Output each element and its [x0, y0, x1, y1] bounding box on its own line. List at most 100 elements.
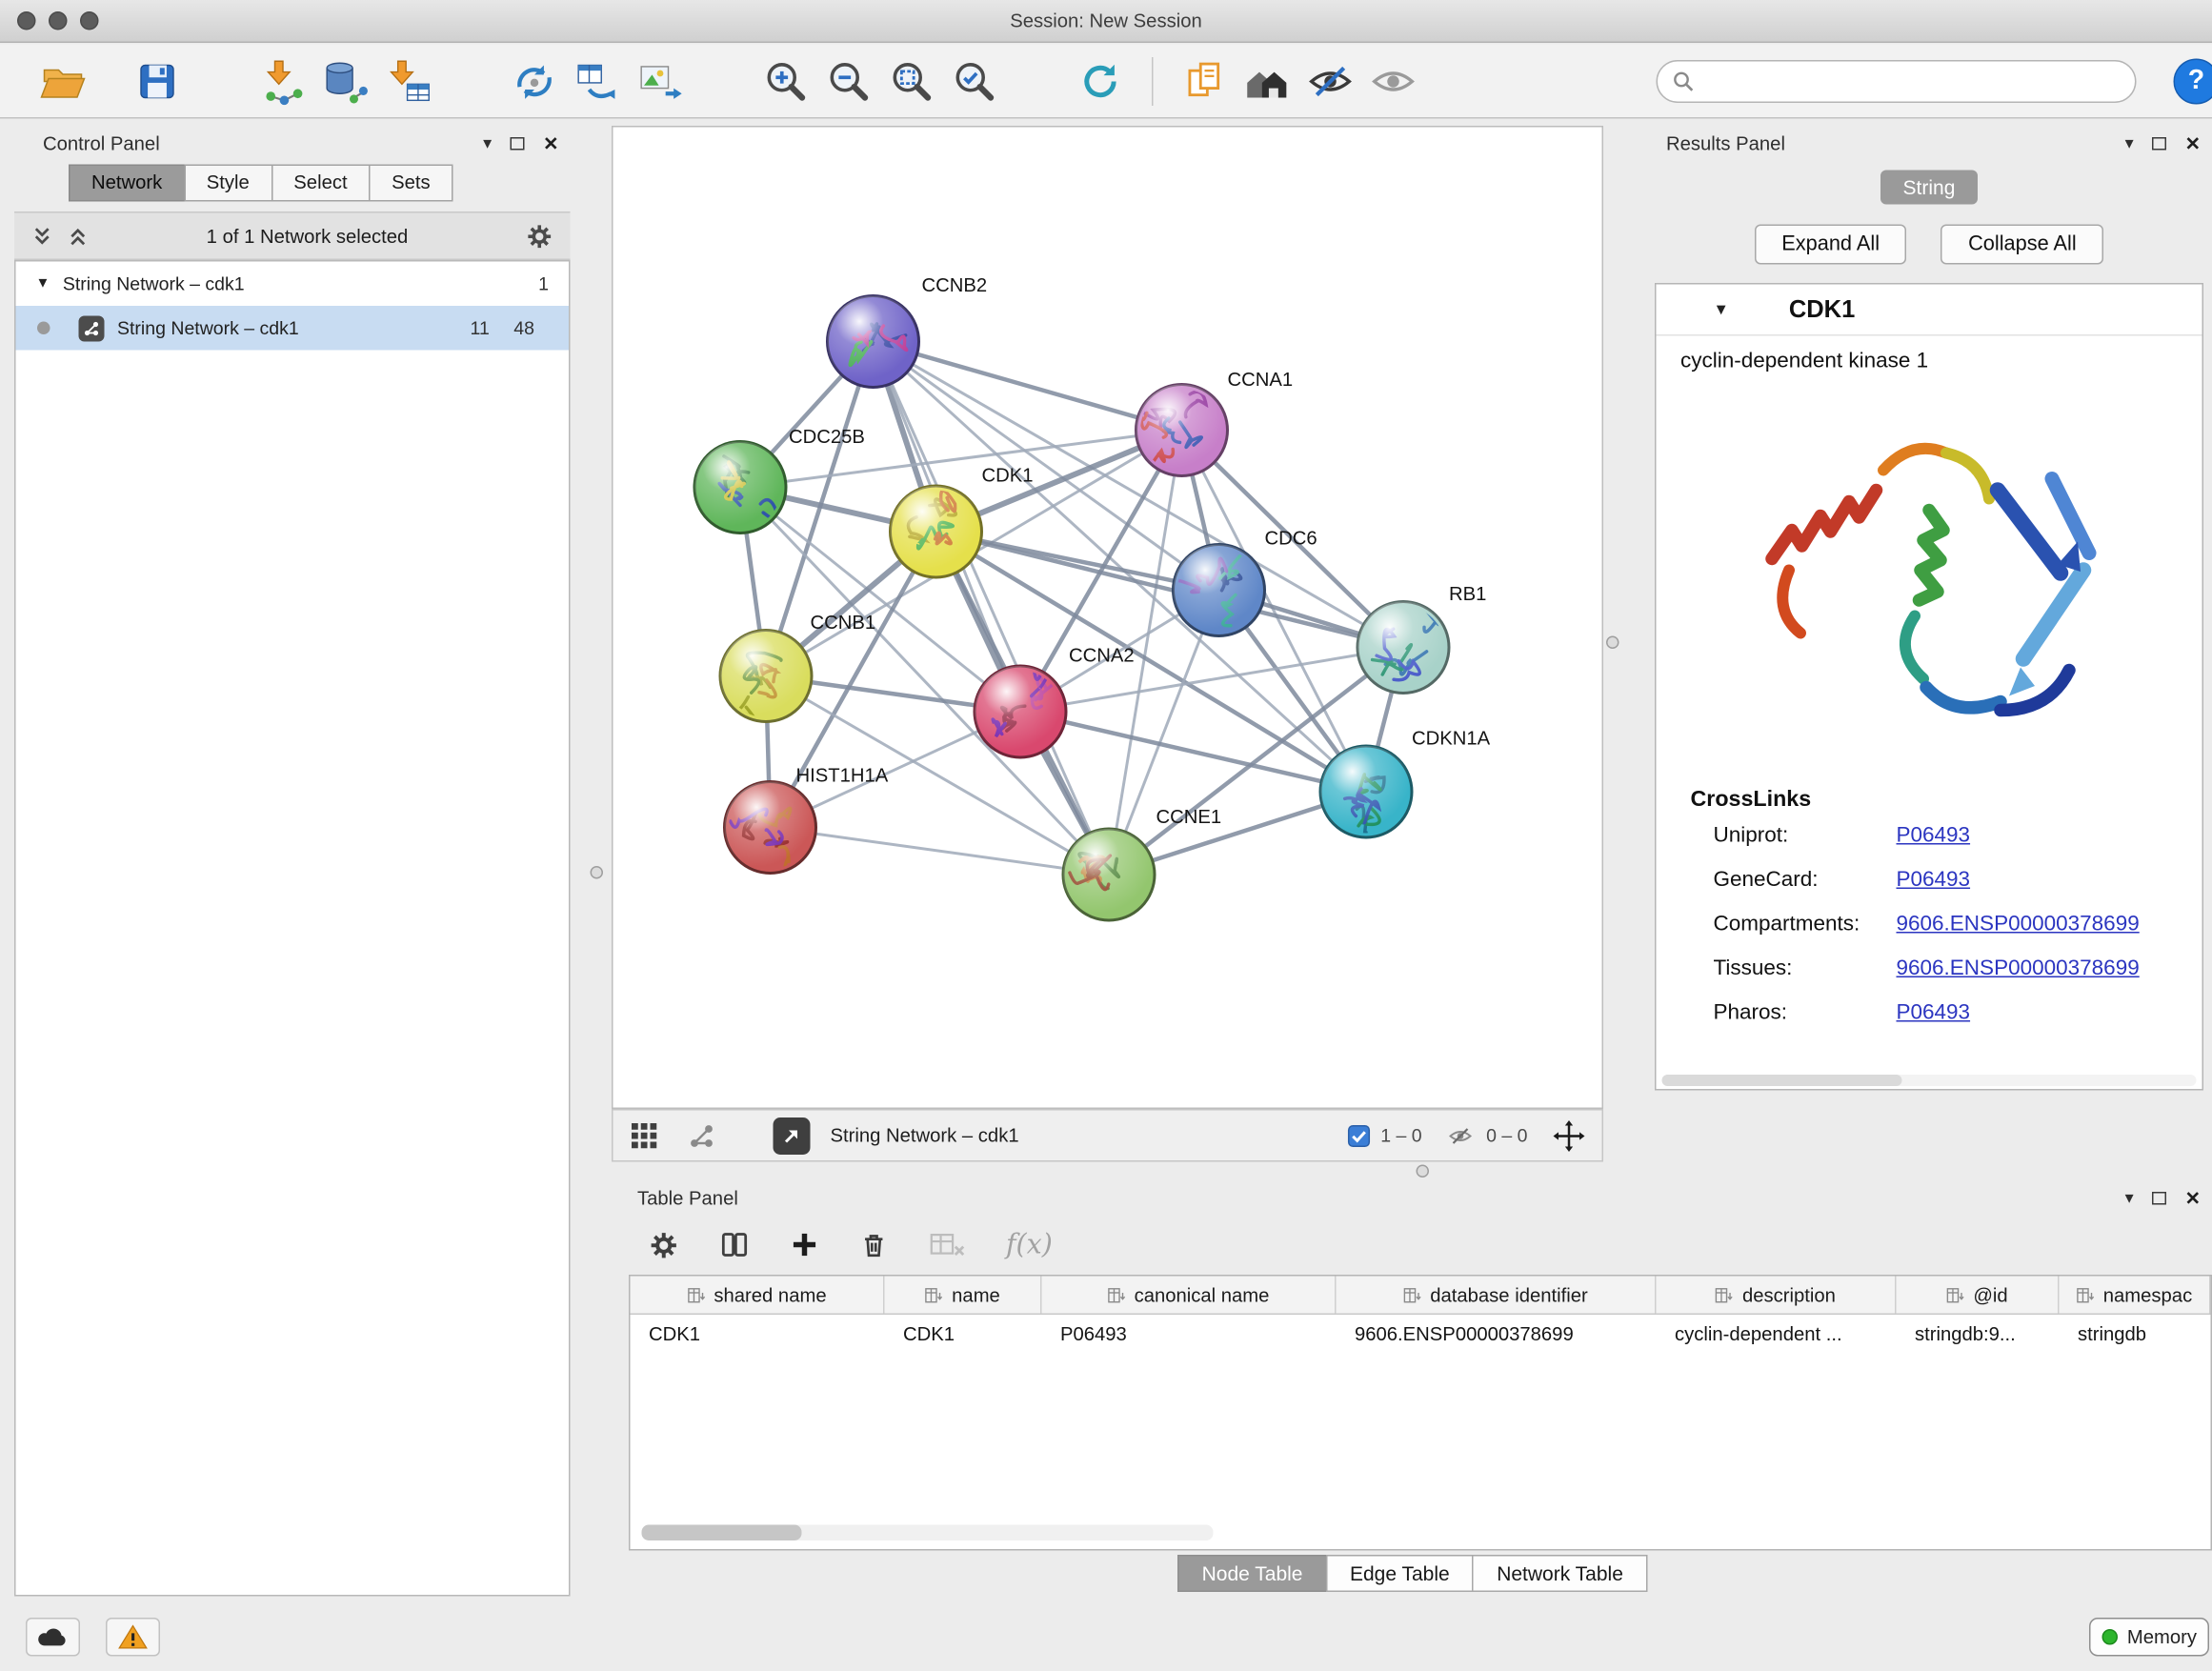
float-results-button[interactable]: ▾ [2125, 134, 2134, 151]
collapse-protein-icon[interactable]: ▼ [1714, 301, 1729, 318]
node-gloss [1174, 545, 1265, 636]
column-header--id[interactable]: @id [1897, 1277, 2060, 1314]
maximize-results-button[interactable] [2152, 136, 2166, 150]
column-header-description[interactable]: description [1657, 1277, 1897, 1314]
close-window-button[interactable] [17, 11, 36, 30]
maximize-panel-button[interactable] [511, 136, 525, 150]
node-CDK1[interactable]: CDK1 [891, 466, 1034, 577]
crosslink-value-link[interactable]: P06493 [1897, 1000, 1971, 1025]
pan-move-icon[interactable] [1554, 1119, 1585, 1151]
column-header-database-identifier[interactable]: database identifier [1337, 1277, 1657, 1314]
window-title: Session: New Session [0, 0, 2212, 43]
collection-network-count: 1 [538, 273, 549, 295]
tab-network-table[interactable]: Network Table [1473, 1555, 1648, 1592]
copy-button[interactable] [1174, 50, 1237, 112]
search-box[interactable] [1657, 60, 2137, 103]
edge-CDK1-RB1[interactable] [936, 532, 1404, 648]
zoom-out-button[interactable] [817, 50, 880, 112]
network-collection-row[interactable]: ▼ String Network – cdk1 1 [16, 262, 570, 307]
node-HIST1H1A[interactable]: HIST1H1A [725, 766, 889, 876]
help-button[interactable]: ? [2174, 59, 2212, 105]
expand-all-icon[interactable] [68, 225, 90, 247]
search-input[interactable] [1705, 70, 2122, 92]
tree-expand-icon[interactable]: ▼ [36, 276, 50, 292]
node-CCNB1[interactable]: CCNB1 [720, 613, 875, 722]
edge-CCNB2-CCNA1[interactable] [874, 342, 1182, 431]
refresh-layout-button[interactable] [1069, 50, 1132, 112]
show-all-button[interactable] [1362, 50, 1425, 112]
maximize-table-button[interactable] [2152, 1191, 2166, 1204]
delete-column-icon[interactable] [859, 1230, 890, 1260]
save-session-button[interactable] [126, 50, 189, 112]
import-table-file-button[interactable] [377, 50, 440, 112]
import-network-file-button[interactable] [251, 50, 314, 112]
tab-node-table[interactable]: Node Table [1177, 1555, 1327, 1592]
warnings-button[interactable] [106, 1618, 160, 1657]
memory-button[interactable]: Memory [2089, 1618, 2209, 1657]
column-header-namespac[interactable]: namespac [2060, 1277, 2211, 1314]
network-options-gear-icon[interactable] [526, 222, 553, 250]
edge-HIST1H1A-CCNE1[interactable] [771, 828, 1110, 876]
hidden-eye-slash-icon[interactable] [1445, 1122, 1477, 1148]
crosslink-value-link[interactable]: P06493 [1897, 868, 1971, 893]
network-from-table-button[interactable] [566, 50, 629, 112]
expand-all-button[interactable]: Expand All [1755, 225, 1907, 265]
node-CCNB2[interactable]: CCNB2 [828, 275, 988, 388]
selected-checkbox-icon[interactable] [1348, 1124, 1371, 1147]
left-splitter-handle[interactable] [591, 866, 604, 879]
tab-select[interactable]: Select [271, 165, 370, 202]
zoom-in-button[interactable] [754, 50, 817, 112]
table-horizontal-scrollbar[interactable] [642, 1525, 1214, 1541]
hide-selected-button[interactable] [1299, 50, 1362, 112]
float-table-button[interactable]: ▾ [2125, 1189, 2134, 1206]
open-session-button[interactable] [31, 50, 94, 112]
table-row[interactable]: CDK1CDK1P064939606.ENSP00000378699cyclin… [631, 1315, 2211, 1354]
table-cell: P06493 [1042, 1323, 1337, 1345]
export-image-button[interactable] [629, 50, 692, 112]
main-toolbar: ? [0, 45, 2212, 119]
protein-header-row[interactable]: ▼ CDK1 [1657, 285, 2202, 336]
tab-sets[interactable]: Sets [369, 165, 453, 202]
string-results-tab[interactable]: String [1880, 171, 1979, 205]
tab-network[interactable]: Network [69, 165, 185, 202]
minimize-window-button[interactable] [49, 11, 68, 30]
collapse-all-icon[interactable] [31, 225, 53, 247]
grid-view-icon[interactable] [631, 1121, 659, 1150]
window-controls [17, 11, 99, 30]
collapse-all-button[interactable]: Collapse All [1941, 225, 2104, 265]
tab-edge-table[interactable]: Edge Table [1325, 1555, 1474, 1592]
show-columns-icon[interactable] [719, 1229, 751, 1260]
column-header-shared-name[interactable]: shared name [631, 1277, 885, 1314]
cloud-status-button[interactable] [26, 1618, 80, 1657]
close-panel-button[interactable]: ✕ [543, 133, 558, 152]
crosslink-value-link[interactable]: 9606.ENSP00000378699 [1897, 956, 2140, 981]
horizontal-splitter-handle[interactable] [1417, 1165, 1430, 1178]
new-network-button[interactable] [503, 50, 566, 112]
birdseye-view-icon[interactable] [688, 1121, 716, 1150]
node-RB1[interactable]: RB1 [1357, 584, 1486, 694]
close-table-button[interactable]: ✕ [2185, 1188, 2201, 1207]
zoom-fit-button[interactable] [880, 50, 943, 112]
tab-style[interactable]: Style [184, 165, 272, 202]
home-networks-button[interactable] [1237, 50, 1299, 112]
zoom-window-button[interactable] [80, 11, 99, 30]
float-panel-button[interactable]: ▾ [483, 134, 492, 151]
results-scrollbar[interactable] [1662, 1075, 2197, 1086]
detach-view-button[interactable] [774, 1117, 811, 1154]
node-CDKN1A[interactable]: CDKN1A [1320, 729, 1491, 847]
column-header-canonical-name[interactable]: canonical name [1042, 1277, 1337, 1314]
column-header-name[interactable]: name [885, 1277, 1042, 1314]
right-splitter-handle[interactable] [1606, 636, 1619, 650]
crosslink-value-link[interactable]: 9606.ENSP00000378699 [1897, 912, 2140, 936]
network-row[interactable]: String Network – cdk1 11 48 [16, 306, 570, 351]
table-tabs: Node Table Edge Table Network Table [612, 1551, 2212, 1597]
close-results-button[interactable]: ✕ [2185, 133, 2201, 152]
import-network-database-button[interactable] [314, 50, 377, 112]
network-canvas[interactable]: CCNB2CCNA1CDC25BCDK1CDC6RB1CCNB1CCNA2CDK… [612, 126, 1603, 1109]
crosslink-value-link[interactable]: P06493 [1897, 823, 1971, 848]
add-column-icon[interactable] [791, 1231, 819, 1259]
node-CCNA1[interactable]: CCNA1 [1136, 370, 1294, 475]
zoom-selected-button[interactable] [943, 50, 1006, 112]
edge-CCNB2-CCNE1[interactable] [874, 342, 1110, 876]
table-options-gear-icon[interactable] [649, 1230, 679, 1260]
